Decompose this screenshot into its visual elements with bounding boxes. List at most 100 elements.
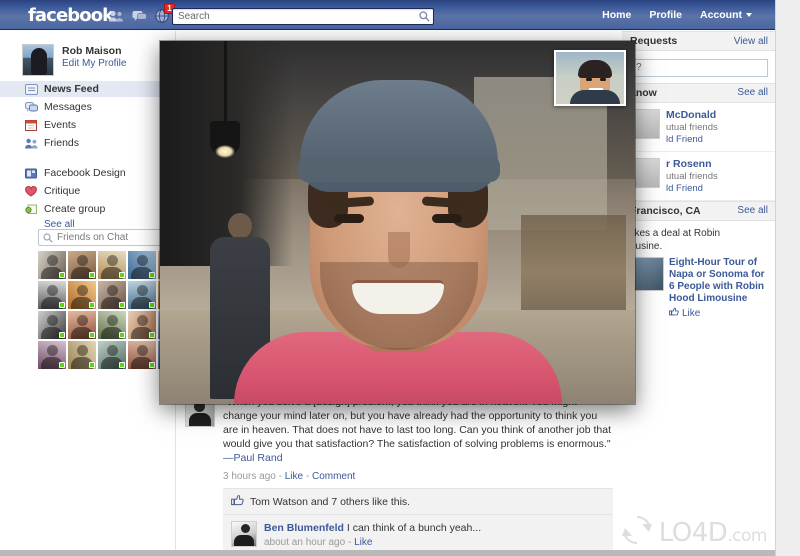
deal-offer-title[interactable]: Eight-Hour Tour of Napa or Sonoma for 6 … bbox=[669, 257, 768, 305]
post-comment-link[interactable]: Comment bbox=[312, 471, 355, 482]
sidebar-item-messages[interactable]: Messages bbox=[0, 99, 176, 115]
post-attribution: —Paul Rand bbox=[223, 452, 283, 464]
sidebar-item-friends[interactable]: Friends bbox=[0, 135, 176, 151]
watermark-text: LO4D.com bbox=[658, 517, 768, 548]
sidebar-item-events[interactable]: Events bbox=[0, 117, 176, 133]
self-view-pip[interactable] bbox=[554, 50, 626, 106]
status-input[interactable] bbox=[630, 58, 768, 77]
deal-thumbnail[interactable] bbox=[630, 256, 664, 291]
pymk-mutual-friends: utual friends bbox=[666, 121, 718, 133]
nav-profile[interactable]: Profile bbox=[641, 5, 690, 25]
right-sidebar: Requests View all know See all McDonald … bbox=[622, 31, 775, 556]
chat-friend-thumbnail[interactable] bbox=[128, 281, 156, 309]
sidebar-item-label: Critique bbox=[44, 185, 81, 197]
sidebar-item-label: Friends bbox=[44, 137, 80, 149]
deal-line-1: likes a deal at Robin bbox=[630, 227, 721, 239]
chat-friend-thumbnail[interactable] bbox=[38, 251, 66, 279]
search-input[interactable] bbox=[173, 9, 413, 24]
comment-content: Ben Blumenfeld I can think of a bunch ye… bbox=[264, 521, 481, 548]
deal-item: likes a deal at Robin ousine. Eight-Hour… bbox=[622, 221, 775, 326]
comment-author-avatar[interactable] bbox=[231, 521, 257, 547]
comment-timestamp: about an hour ago bbox=[264, 537, 346, 548]
online-status-dot bbox=[89, 362, 95, 368]
chat-friend-thumbnail[interactable] bbox=[98, 341, 126, 369]
left-sidebar: Rob Maison Edit My Profile News Feed Mes… bbox=[0, 31, 186, 556]
chat-friend-thumbnail[interactable] bbox=[98, 311, 126, 339]
chat-friend-thumbnail[interactable] bbox=[68, 251, 96, 279]
sidebar-item-news-feed[interactable]: News Feed bbox=[0, 81, 176, 97]
deals-see-all-link[interactable]: See all bbox=[737, 205, 768, 216]
chat-friend-thumbnail[interactable] bbox=[38, 281, 66, 309]
sidebar-item-label: News Feed bbox=[44, 83, 99, 95]
post-like-link[interactable]: Like bbox=[285, 471, 303, 482]
messages-icon bbox=[24, 100, 38, 114]
refresh-circle-icon bbox=[621, 515, 652, 550]
online-status-dot bbox=[119, 332, 125, 338]
nav-home[interactable]: Home bbox=[594, 5, 639, 25]
chat-friend-thumbnail[interactable] bbox=[98, 251, 126, 279]
lamp-glow bbox=[215, 145, 235, 158]
sidebar-item-facebook-design[interactable]: Facebook Design bbox=[0, 165, 176, 181]
deal-like-button[interactable]: Like bbox=[669, 307, 768, 320]
pymk-see-all-link[interactable]: See all bbox=[737, 87, 768, 98]
sidebar-nav: News Feed Messages Events Friends Facebo… bbox=[0, 81, 176, 230]
sidebar-item-label: Messages bbox=[44, 101, 92, 113]
pymk-info: r Rosenn utual friends ld Friend bbox=[666, 158, 718, 194]
friend-requests-icon[interactable] bbox=[108, 8, 124, 23]
nav-account[interactable]: Account bbox=[692, 5, 760, 25]
meta-sep: - bbox=[275, 471, 285, 482]
messages-icon[interactable] bbox=[131, 8, 147, 23]
chat-friend-thumbnail[interactable] bbox=[128, 341, 156, 369]
avatar[interactable] bbox=[22, 44, 54, 76]
sidebar-item-label: Events bbox=[44, 119, 77, 131]
page-right-gutter bbox=[776, 0, 800, 556]
sidebar-item-create-group[interactable]: Create group bbox=[0, 201, 176, 217]
nav-account-label: Account bbox=[700, 9, 742, 21]
edit-profile-link[interactable]: Edit My Profile bbox=[62, 58, 126, 69]
meta-sep: - bbox=[345, 537, 355, 548]
video-call-window[interactable] bbox=[160, 41, 635, 404]
comment-like-link[interactable]: Like bbox=[354, 537, 372, 548]
online-status-dot bbox=[59, 302, 65, 308]
friends-icon bbox=[24, 136, 38, 150]
post-likes-text: Tom Watson and 7 others like this. bbox=[250, 495, 411, 508]
comment-item: Ben Blumenfeld I can think of a bunch ye… bbox=[223, 514, 613, 554]
thumbs-up-icon bbox=[231, 494, 244, 509]
deal-info: Eight-Hour Tour of Napa or Sonoma for 6 … bbox=[669, 257, 768, 320]
online-status-dot bbox=[119, 302, 125, 308]
notifications-globe-icon[interactable]: 1 bbox=[154, 3, 175, 23]
news-feed-icon bbox=[24, 82, 38, 96]
profile-name: Rob Maison bbox=[62, 45, 122, 57]
pymk-add-friend-link[interactable]: ld Friend bbox=[666, 134, 718, 145]
facebook-logo[interactable]: facebook bbox=[28, 5, 114, 26]
pymk-person[interactable]: McDonald utual friends ld Friend bbox=[622, 103, 775, 152]
requests-view-all-link[interactable]: View all bbox=[734, 36, 768, 47]
sidebar-divider bbox=[0, 153, 176, 165]
post-timestamp: 3 hours ago bbox=[223, 471, 276, 482]
deal-card[interactable]: Eight-Hour Tour of Napa or Sonoma for 6 … bbox=[630, 256, 768, 320]
chat-friend-thumbnail[interactable] bbox=[128, 251, 156, 279]
post-text-container: "When you solve a [design] problem, you … bbox=[223, 395, 613, 465]
chat-friend-thumbnail[interactable] bbox=[68, 281, 96, 309]
pymk-mutual-friends: utual friends bbox=[666, 170, 718, 182]
chat-friend-thumbnail[interactable] bbox=[38, 341, 66, 369]
search-box[interactable] bbox=[172, 8, 434, 25]
chat-friend-thumbnail[interactable] bbox=[98, 281, 126, 309]
pymk-add-friend-link[interactable]: ld Friend bbox=[666, 183, 718, 194]
chat-search-input[interactable]: Friends on Chat bbox=[38, 229, 166, 246]
comment-author-name[interactable]: Ben Blumenfeld bbox=[264, 522, 344, 534]
pymk-info: McDonald utual friends ld Friend bbox=[666, 109, 718, 145]
pymk-name[interactable]: r Rosenn bbox=[666, 158, 718, 170]
chat-friend-thumbnail[interactable] bbox=[38, 311, 66, 339]
pymk-person[interactable]: r Rosenn utual friends ld Friend bbox=[622, 152, 775, 201]
post-meta: 3 hours ago - Like - Comment bbox=[223, 471, 613, 482]
chat-friend-thumbnail[interactable] bbox=[68, 341, 96, 369]
sidebar-item-critique[interactable]: Critique bbox=[0, 183, 176, 199]
chat-friend-thumbnail[interactable] bbox=[68, 311, 96, 339]
pymk-name[interactable]: McDonald bbox=[666, 109, 718, 121]
chat-friend-thumbnail[interactable] bbox=[128, 311, 156, 339]
chevron-down-icon bbox=[746, 13, 752, 17]
search-icon[interactable] bbox=[417, 10, 431, 23]
online-status-dot bbox=[59, 272, 65, 278]
requests-header: Requests View all bbox=[622, 31, 775, 51]
